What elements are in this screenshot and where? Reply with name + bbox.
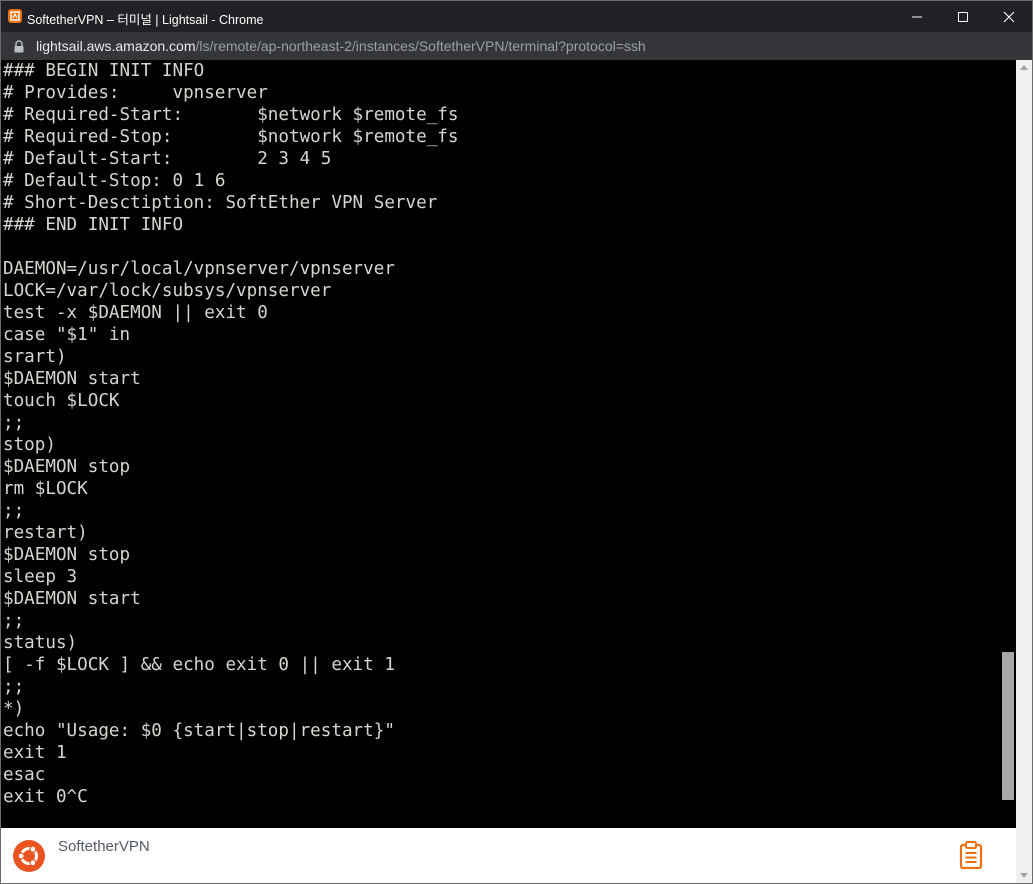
- terminal-line: ### END INIT INFO: [3, 215, 184, 235]
- terminal-line: restart): [3, 523, 88, 543]
- terminal-line: [ -f $LOCK ] && echo exit 0 || exit 1: [3, 655, 395, 675]
- url-path: /ls/remote/ap-northeast-2/instances/Soft…: [195, 38, 646, 54]
- terminal-line: srart): [3, 347, 67, 367]
- terminal-line: test -x $DAEMON || exit 0: [3, 303, 268, 323]
- terminal-line: ;;: [3, 501, 25, 521]
- terminal-line: esac: [3, 765, 46, 785]
- url-host: lightsail.aws.amazon.com: [36, 38, 196, 54]
- terminal-line: # Required-Stop: $notwork $remote_fs: [3, 127, 459, 147]
- terminal-line: ;;: [3, 611, 25, 631]
- terminal-line: touch $LOCK: [3, 391, 120, 411]
- terminal-line: $DAEMON start: [3, 369, 141, 389]
- terminal-line: # Required-Start: $network $remote_fs: [3, 105, 459, 125]
- terminal-line: stop): [3, 435, 56, 455]
- minimize-button[interactable]: [894, 1, 940, 32]
- terminal-line: rm $LOCK: [3, 479, 88, 499]
- page-scrollbar[interactable]: [1016, 60, 1032, 883]
- close-button[interactable]: [986, 1, 1032, 32]
- terminal-line: LOCK=/var/lock/subsys/vpnserver: [3, 281, 332, 301]
- terminal-line: exit 1: [3, 743, 67, 763]
- terminal-line: $DAEMON stop: [3, 545, 131, 565]
- instance-name: SoftetherVPN: [58, 838, 150, 855]
- browser-window: SoftetherVPN – 터미널 | Lightsail - Chrome: [0, 0, 1033, 884]
- terminal-scrollbar-thumb[interactable]: [1002, 652, 1014, 800]
- terminal-line: DAEMON=/usr/local/vpnserver/vpnserver: [3, 259, 395, 279]
- terminal-line: ;;: [3, 413, 25, 433]
- terminal-line: status): [3, 633, 78, 653]
- terminal-line: sleep 3: [3, 567, 78, 587]
- terminal-line: exit 0^C: [3, 787, 88, 807]
- window-title: SoftetherVPN – 터미널 | Lightsail - Chrome: [27, 13, 264, 27]
- maximize-icon: [958, 11, 968, 22]
- terminal-line: # Default-Stop: 0 1 6: [3, 171, 226, 191]
- terminal-line: # Provides: vpnserver: [3, 83, 268, 103]
- address-bar[interactable]: lightsail.aws.amazon.com/ls/remote/ap-no…: [1, 32, 1032, 60]
- terminal-line: *): [3, 699, 25, 719]
- terminal-line: # Default-Start: 2 3 4 5: [3, 149, 332, 169]
- close-icon: [1003, 11, 1015, 22]
- terminal-line: ### BEGIN INIT INFO: [3, 61, 205, 81]
- terminal-line: ;;: [3, 677, 25, 697]
- terminal-line: $DAEMON stop: [3, 457, 131, 477]
- minimize-icon: [912, 16, 922, 17]
- terminal-line: echo "Usage: $0 {start|stop|restart}": [3, 721, 395, 741]
- ubuntu-logo-icon: [13, 840, 45, 872]
- aws-lightsail-favicon-icon: [8, 9, 22, 23]
- title-bar[interactable]: SoftetherVPN – 터미널 | Lightsail - Chrome: [1, 1, 1032, 32]
- maximize-button[interactable]: [940, 1, 986, 32]
- scroll-down-arrow-icon[interactable]: [1020, 873, 1028, 878]
- lock-icon[interactable]: [13, 40, 25, 53]
- terminal-line: case "$1" in: [3, 325, 131, 345]
- terminal-line: $DAEMON start: [3, 589, 141, 609]
- terminal-line: # Short-Desctiption: SoftEther VPN Serve…: [3, 193, 438, 213]
- ssh-terminal[interactable]: ### BEGIN INIT INFO # Provides: vpnserver…: [1, 60, 1000, 828]
- terminal-footer: SoftetherVPN: [1, 828, 1016, 883]
- url-text[interactable]: lightsail.aws.amazon.com/ls/remote/ap-no…: [36, 38, 646, 54]
- clipboard-icon[interactable]: [959, 841, 983, 870]
- scroll-up-arrow-icon[interactable]: [1020, 65, 1028, 70]
